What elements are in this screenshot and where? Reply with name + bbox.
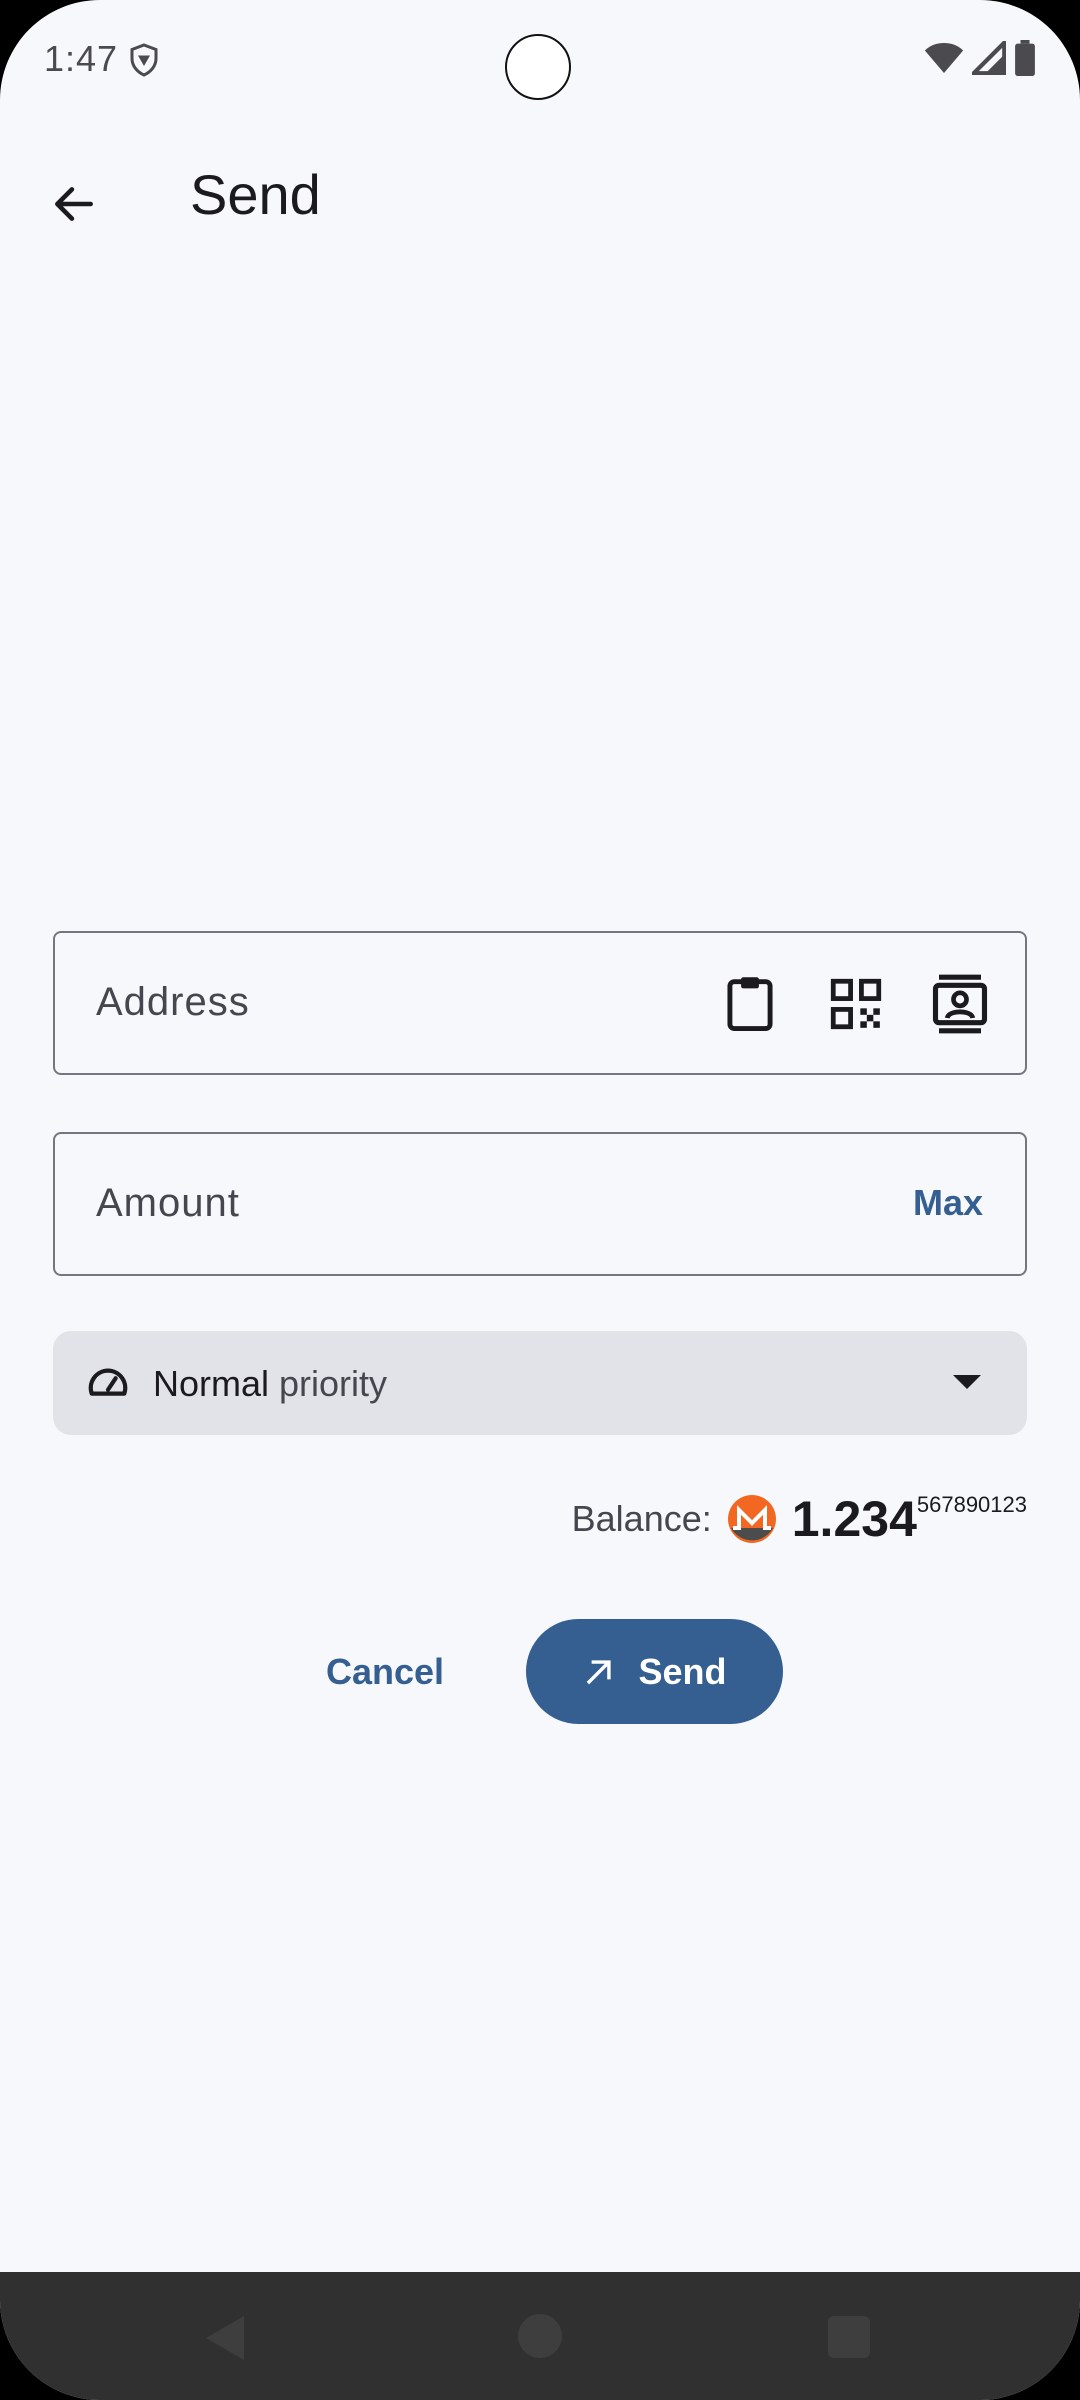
cancel-button[interactable]: Cancel — [300, 1620, 470, 1724]
address-book-button[interactable] — [927, 971, 993, 1037]
dropdown-caret-icon — [953, 1375, 981, 1389]
paste-button[interactable] — [717, 971, 783, 1037]
system-nav-bar — [0, 2272, 1080, 2400]
status-time: 1:47 — [44, 38, 119, 79]
arrow-outward-icon — [587, 1659, 612, 1684]
send-screen: 1:47 Send Address Amount Max Normal prio… — [0, 0, 1080, 2400]
max-button[interactable]: Max — [913, 1182, 983, 1224]
nav-home-icon[interactable] — [518, 2314, 562, 2358]
balance-fraction: 567890123 — [916, 1492, 1027, 1517]
send-button[interactable]: Send — [526, 1619, 783, 1724]
amount-label: Amount — [96, 1181, 240, 1225]
address-field[interactable]: Address — [53, 931, 1027, 1075]
status-bar: 1:47 — [0, 0, 1080, 120]
amount-field[interactable]: Amount Max — [53, 1132, 1027, 1276]
back-button[interactable] — [30, 160, 118, 248]
qr-code-icon — [830, 978, 882, 1030]
vpn-shield-icon — [130, 43, 158, 77]
balance-label: Balance: — [571, 1498, 712, 1539]
address-book-icon — [932, 974, 988, 1034]
address-label: Address — [96, 980, 250, 1024]
priority-suffix: priority — [269, 1363, 388, 1404]
priority-dropdown[interactable]: Normal priority — [53, 1331, 1027, 1435]
arrow-back-icon — [55, 187, 93, 221]
camera-cutout — [505, 34, 571, 100]
page-title: Send — [190, 163, 321, 226]
cell-signal-icon — [972, 41, 1006, 75]
speedometer-icon — [88, 1368, 128, 1396]
nav-recents-icon[interactable] — [828, 2316, 870, 2358]
priority-value: Normal — [153, 1363, 270, 1404]
monero-icon — [727, 1495, 776, 1543]
clipboard-icon — [727, 977, 773, 1031]
scan-qr-button[interactable] — [823, 971, 889, 1037]
priority-label: Normal priority — [153, 1363, 387, 1405]
status-icons — [924, 40, 1036, 76]
send-label: Send — [638, 1650, 727, 1692]
balance-amount: 1.234 — [791, 1491, 917, 1547]
nav-back-icon[interactable] — [206, 2316, 244, 2360]
wifi-icon — [924, 43, 964, 73]
battery-icon — [1015, 40, 1035, 76]
app-bar: Send — [0, 140, 1080, 250]
balance-row: Balance: 1.234 567890123 — [572, 1490, 1027, 1548]
